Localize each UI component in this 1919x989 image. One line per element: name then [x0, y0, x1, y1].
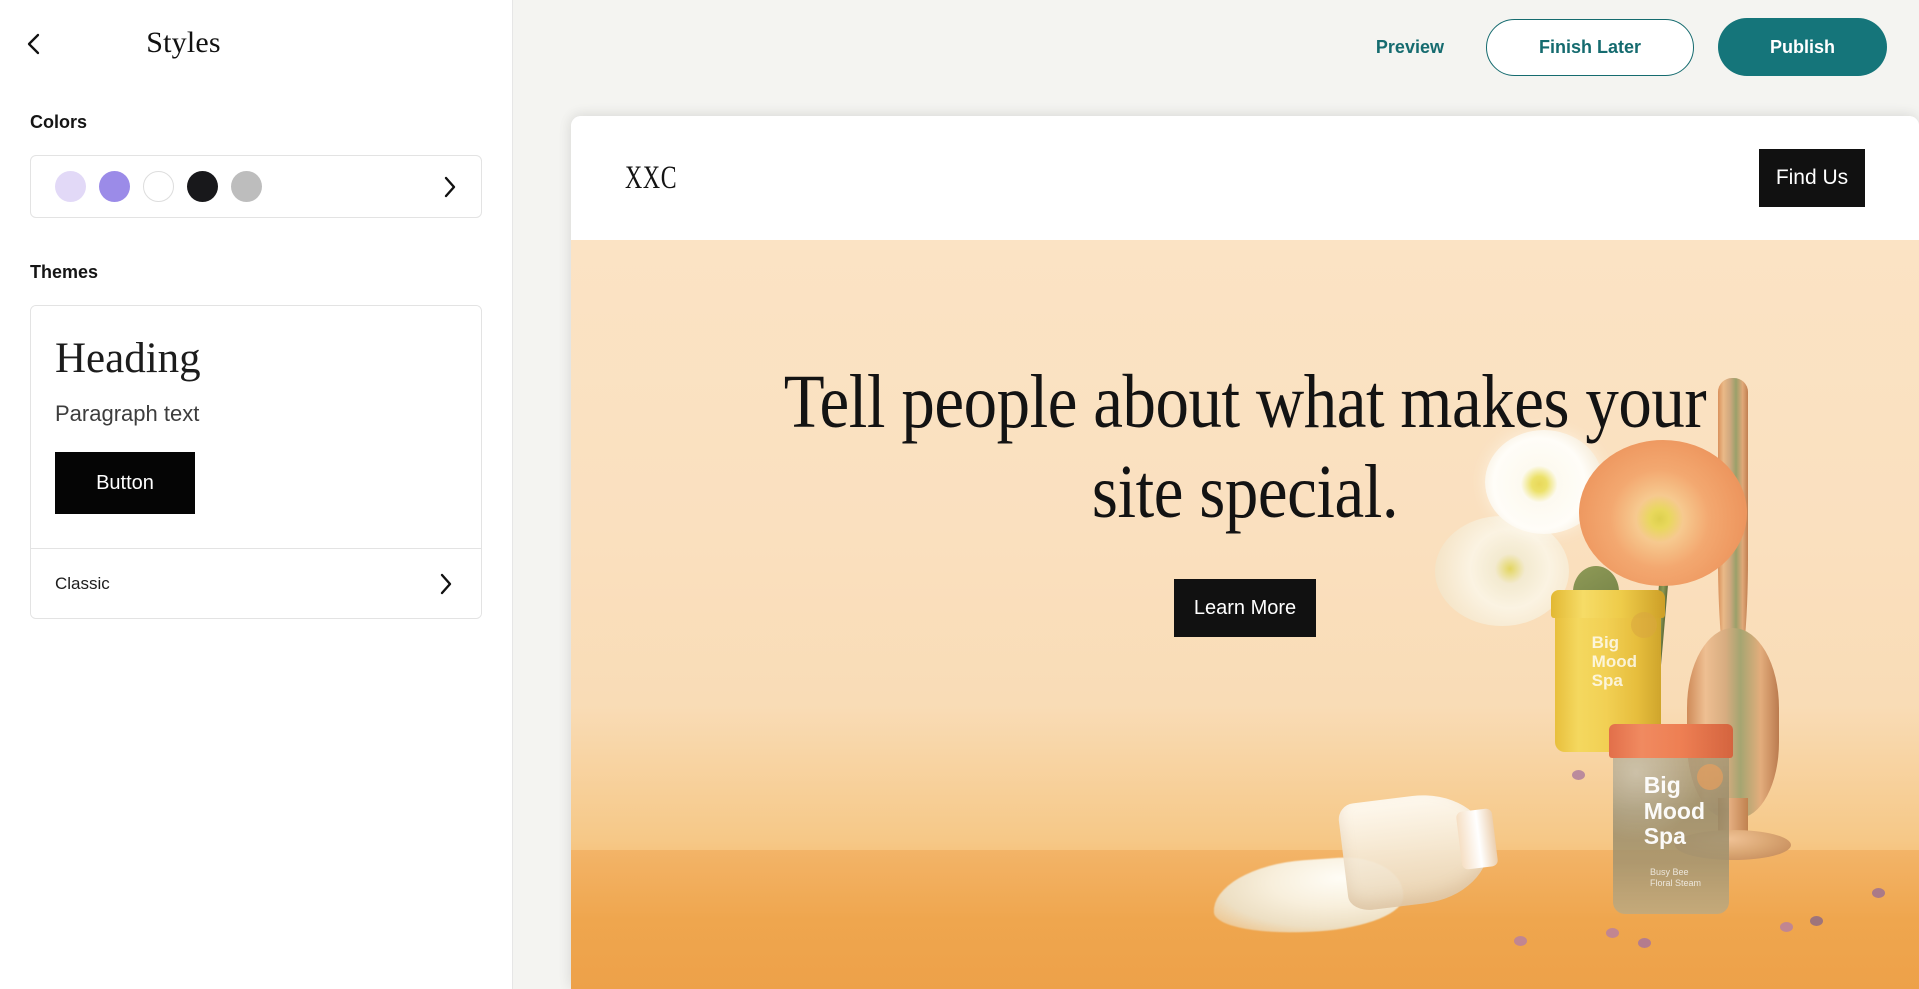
smiley-badge-icon	[1697, 764, 1723, 790]
color-swatch-1[interactable]	[55, 171, 86, 202]
page-title: Styles	[146, 26, 221, 59]
clear-jar-lid	[1609, 724, 1733, 758]
editor-toolbar: Preview Finish Later Publish	[513, 0, 1919, 94]
hero-section: Big Mood Spa Big Mood Spa Busy Bee Floral Ste…	[571, 240, 1919, 989]
chevron-left-icon	[27, 33, 40, 55]
color-swatch-4[interactable]	[187, 171, 218, 202]
preview-button[interactable]: Preview	[1356, 25, 1464, 70]
styles-sidebar: Styles Colors Themes Heading Paragraph t…	[0, 0, 513, 989]
chevron-right-icon	[440, 573, 452, 594]
colors-chevron[interactable]	[437, 174, 463, 200]
color-swatch-list	[55, 171, 437, 202]
chevron-right-icon	[444, 176, 456, 197]
sidebar-header: Styles	[0, 0, 512, 86]
theme-heading-sample: Heading	[55, 335, 201, 382]
theme-selector-row[interactable]: Classic	[31, 548, 481, 619]
site-navbar: XXC Find Us	[571, 116, 1919, 240]
back-button[interactable]	[14, 24, 54, 64]
color-swatch-2[interactable]	[99, 171, 130, 202]
colors-section-label: Colors	[30, 112, 88, 132]
editor-canvas: Preview Finish Later Publish XXC Find Us	[513, 0, 1919, 989]
color-swatch-3[interactable]	[143, 171, 174, 202]
themes-section-label: Themes	[30, 262, 99, 282]
themes-chevron[interactable]	[433, 571, 459, 597]
site-logo[interactable]: XXC	[625, 160, 1441, 197]
color-swatch-5[interactable]	[231, 171, 262, 202]
scattered-petal	[1572, 770, 1585, 780]
vase-stem	[1718, 798, 1748, 840]
clear-jar-label: Big Mood Spa	[1643, 771, 1705, 850]
theme-paragraph-sample: Paragraph text	[55, 401, 200, 427]
hero-ground-plane	[571, 850, 1919, 989]
find-us-button[interactable]: Find Us	[1759, 149, 1865, 207]
vase-bulb	[1687, 628, 1779, 818]
theme-card[interactable]: Heading Paragraph text Button Classic	[30, 305, 482, 620]
theme-button-sample: Button	[55, 452, 195, 515]
finish-later-button[interactable]: Finish Later	[1485, 18, 1694, 76]
hero-text-block: Tell people about what makes your site s…	[571, 358, 1919, 638]
learn-more-button[interactable]: Learn More	[1174, 579, 1316, 638]
theme-name-label: Classic	[55, 573, 110, 593]
site-preview-frame: XXC Find Us Big Mood Spa Big Mood Spa Bu…	[571, 116, 1919, 989]
color-palette-row[interactable]	[30, 155, 482, 218]
app-root: Styles Colors Themes Heading Paragraph t…	[0, 0, 1919, 989]
publish-button[interactable]: Publish	[1717, 18, 1887, 76]
yellow-jar-label: Big Mood Spa	[1591, 632, 1637, 690]
hero-headline[interactable]: Tell people about what makes your site s…	[731, 358, 1759, 537]
theme-preview: Heading Paragraph text Button	[31, 306, 481, 549]
